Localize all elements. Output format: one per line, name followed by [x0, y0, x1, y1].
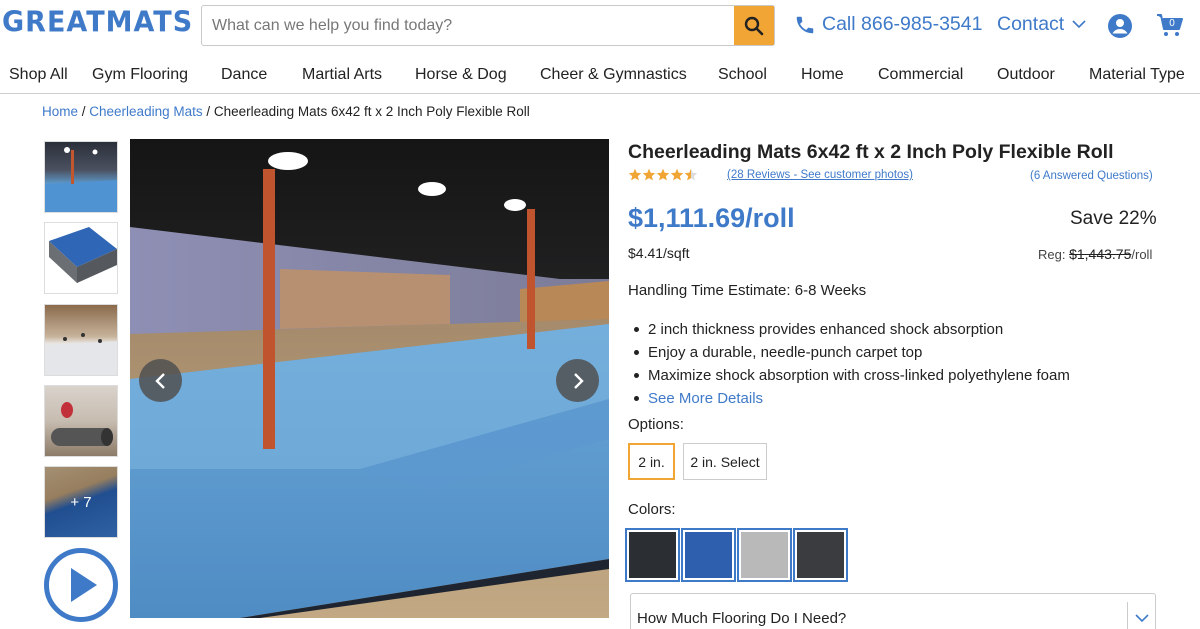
video-play-button[interactable]: [44, 548, 118, 622]
nav-item-gym-flooring[interactable]: Gym Flooring: [92, 66, 188, 84]
greatmats-logo[interactable]: GREATMATS: [2, 6, 193, 39]
nav-item-horse-dog[interactable]: Horse & Dog: [415, 66, 507, 84]
savings-badge: Save 22%: [1070, 208, 1157, 229]
feature-text: 2 inch thickness provides enhanced shock…: [648, 321, 1004, 338]
gallery-next-button[interactable]: [556, 359, 599, 402]
color-swatch-black[interactable]: [625, 528, 680, 582]
contact-label: Contact: [997, 13, 1065, 35]
questions-link[interactable]: (6 Answered Questions): [1030, 170, 1153, 182]
cart-button[interactable]: 0: [1156, 12, 1184, 43]
contact-menu[interactable]: Contact: [997, 13, 1086, 36]
star-icon: [628, 168, 642, 181]
regular-price: Reg: $1,443.75/roll: [1038, 246, 1152, 262]
search-bar: [201, 5, 775, 46]
star-icon: [670, 168, 684, 181]
breadcrumb-home[interactable]: Home: [42, 104, 78, 119]
phone-link[interactable]: Call 866-985-3541: [794, 13, 982, 36]
thumbnail-more-photos[interactable]: + 7: [44, 466, 118, 538]
feature-list: 2 inch thickness provides enhanced shock…: [634, 318, 1070, 410]
search-icon: [744, 16, 764, 35]
thumbnail-gym-photo[interactable]: [44, 141, 118, 213]
nav-item-martial-arts[interactable]: Martial Arts: [302, 66, 382, 84]
product-price: $1,111.69/roll: [628, 203, 795, 233]
colors-label: Colors:: [628, 501, 676, 518]
star-rating[interactable]: [628, 168, 698, 181]
option-2in-select[interactable]: 2 in. Select: [683, 443, 767, 480]
breadcrumb-category[interactable]: Cheerleading Mats: [89, 104, 202, 119]
main-nav: Shop All Gym Flooring Dance Martial Arts…: [0, 60, 1200, 94]
thumbnail-mat-image: [49, 227, 117, 283]
thumbnail-cheer-image: [45, 333, 117, 375]
list-item: Enjoy a durable, needle-punch carpet top: [634, 341, 1070, 364]
thumbnail-roll-image: [51, 402, 113, 446]
cart-icon: 0: [1157, 14, 1183, 36]
thumbnail-rolled-mat[interactable]: [44, 385, 118, 457]
nav-item-commercial[interactable]: Commercial: [878, 66, 963, 84]
nav-item-shop-all[interactable]: Shop All: [9, 66, 68, 84]
accordion-toggle[interactable]: [1127, 602, 1155, 629]
cart-count: 0: [1169, 18, 1175, 29]
breadcrumb: Home / Cheerleading Mats / Cheerleading …: [42, 104, 530, 119]
nav-item-cheer-gymnastics[interactable]: Cheer & Gymnastics: [540, 66, 687, 84]
accordion-title: How Much Flooring Do I Need?: [637, 610, 847, 627]
nav-item-outdoor[interactable]: Outdoor: [997, 66, 1055, 84]
regular-price-unit: /roll: [1131, 247, 1153, 262]
list-item: 2 inch thickness provides enhanced shock…: [634, 318, 1070, 341]
star-icon: [656, 168, 670, 181]
nav-item-school[interactable]: School: [718, 66, 767, 84]
phone-number: Call 866-985-3541: [822, 13, 983, 35]
thumbnail-cheer-practice[interactable]: [44, 304, 118, 376]
flooring-calculator-accordion[interactable]: How Much Flooring Do I Need?: [630, 593, 1156, 629]
gallery-prev-button[interactable]: [139, 359, 182, 402]
list-item: See More Details: [634, 387, 1070, 410]
gym-mat-photo: [130, 139, 609, 618]
options-label: Options:: [628, 416, 684, 433]
user-icon: [1108, 14, 1132, 38]
color-swatch-charcoal[interactable]: [793, 528, 848, 582]
search-button[interactable]: [734, 6, 774, 45]
account-button[interactable]: [1107, 13, 1133, 44]
product-title: Cheerleading Mats 6x42 ft x 2 Inch Poly …: [628, 141, 1114, 163]
see-more-details-link[interactable]: See More Details: [648, 390, 763, 407]
more-photos-count: + 7: [45, 467, 117, 537]
price-per-sqft: $4.41/sqft: [628, 245, 690, 261]
reviews-link[interactable]: (28 Reviews - See customer photos): [727, 169, 913, 181]
nav-item-dance[interactable]: Dance: [221, 66, 267, 84]
nav-item-home[interactable]: Home: [801, 66, 844, 84]
half-star-icon: [684, 168, 698, 181]
site-header: GREATMATS Call 866-985-3541 Contact 0: [0, 0, 1200, 52]
phone-icon: [796, 16, 814, 33]
chevron-right-icon: [573, 372, 584, 389]
thumbnail-gym-image: [45, 147, 117, 212]
regular-price-label: Reg:: [1038, 247, 1066, 262]
feature-text: Maximize shock absorption with cross-lin…: [648, 367, 1070, 384]
search-input[interactable]: [202, 6, 735, 45]
nav-item-material-type[interactable]: Material Type: [1089, 66, 1185, 84]
play-icon: [71, 568, 97, 602]
regular-price-value: $1,443.75: [1069, 246, 1132, 262]
color-swatch-royal-blue[interactable]: [681, 528, 736, 582]
star-icon: [642, 168, 656, 181]
list-item: Maximize shock absorption with cross-lin…: [634, 364, 1070, 387]
option-2in[interactable]: 2 in.: [628, 443, 675, 480]
main-product-image: [130, 139, 609, 618]
feature-text: Enjoy a durable, needle-punch carpet top: [648, 344, 923, 361]
breadcrumb-current: Cheerleading Mats 6x42 ft x 2 Inch Poly …: [213, 104, 530, 119]
handling-time: Handling Time Estimate: 6-8 Weeks: [628, 282, 867, 299]
chevron-down-icon: [1072, 20, 1086, 29]
chevron-left-icon: [154, 372, 165, 389]
thumbnail-mat-cross-section[interactable]: [44, 222, 118, 294]
color-swatch-light-gray[interactable]: [737, 528, 792, 582]
chevron-down-icon: [1134, 613, 1149, 622]
